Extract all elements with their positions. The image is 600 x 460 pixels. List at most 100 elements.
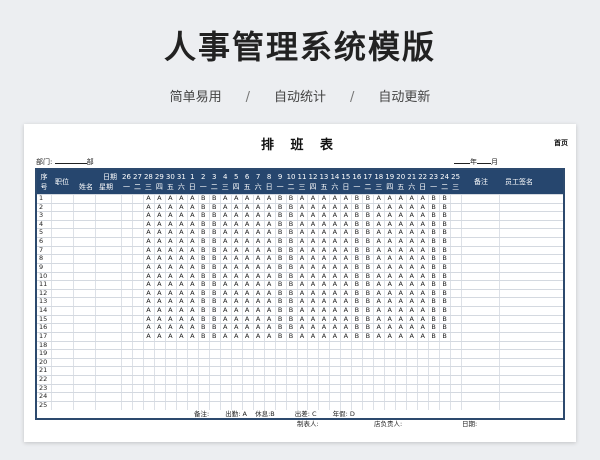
shift-cell[interactable]: A [220,220,231,228]
shift-cell[interactable]: A [417,220,428,228]
shift-cell[interactable]: A [176,263,187,271]
shift-cell[interactable]: A [231,272,242,280]
shift-cell[interactable]: A [264,332,275,340]
shift-cell[interactable]: A [417,228,428,236]
shift-cell[interactable]: A [297,315,308,323]
shift-cell[interactable]: A [165,280,176,288]
shift-cell[interactable]: A [417,289,428,297]
shift-cell[interactable]: A [154,254,165,262]
shift-cell[interactable]: B [209,332,220,340]
shift-cell[interactable]: B [198,237,209,245]
shift-cell[interactable]: B [209,323,220,331]
shift-cell[interactable]: A [176,323,187,331]
shift-cell[interactable]: A [329,272,340,280]
department-field[interactable]: 部门: 部 [36,157,94,167]
shift-cell[interactable]: A [143,323,154,331]
shift-cell[interactable]: A [143,297,154,305]
shift-cell[interactable]: A [373,289,384,297]
shift-cell[interactable]: A [165,289,176,297]
shift-cell[interactable]: A [307,297,318,305]
shift-cell[interactable]: A [231,263,242,271]
shift-cell[interactable]: B [439,237,450,245]
shift-cell[interactable]: A [253,220,264,228]
shift-cell[interactable]: A [176,246,187,254]
shift-cell[interactable]: A [154,228,165,236]
shift-cell[interactable]: A [143,289,154,297]
shift-cell[interactable]: A [373,306,384,314]
shift-cell[interactable]: A [384,315,395,323]
shift-cell[interactable]: A [329,323,340,331]
shift-cell[interactable]: A [264,306,275,314]
shift-cell[interactable]: B [439,289,450,297]
shift-cell[interactable]: A [373,246,384,254]
shift-cell[interactable]: A [176,254,187,262]
year-blank[interactable] [454,157,470,164]
shift-cell[interactable]: A [297,323,308,331]
shift-cell[interactable]: A [264,289,275,297]
shift-cell[interactable]: A [307,323,318,331]
shift-cell[interactable]: B [275,297,286,305]
shift-cell[interactable]: A [373,323,384,331]
shift-cell[interactable]: A [318,211,329,219]
shift-cell[interactable]: A [417,254,428,262]
shift-cell[interactable]: B [209,194,220,202]
shift-cell[interactable]: A [417,194,428,202]
shift-cell[interactable]: B [198,272,209,280]
shift-cell[interactable]: A [220,228,231,236]
shift-cell[interactable]: A [373,237,384,245]
shift-cell[interactable]: A [165,211,176,219]
shift-cell[interactable]: A [143,332,154,340]
shift-cell[interactable]: A [176,194,187,202]
shift-cell[interactable]: B [275,211,286,219]
shift-cell[interactable]: A [384,297,395,305]
shift-cell[interactable]: A [264,323,275,331]
shift-cell[interactable]: B [286,272,297,280]
shift-cell[interactable]: B [439,220,450,228]
shift-cell[interactable]: A [297,228,308,236]
shift-cell[interactable]: A [329,254,340,262]
shift-cell[interactable]: A [242,194,253,202]
shift-cell[interactable]: B [439,228,450,236]
shift-cell[interactable]: A [154,263,165,271]
shift-cell[interactable]: A [165,263,176,271]
shift-cell[interactable]: A [253,211,264,219]
shift-cell[interactable]: A [406,289,417,297]
shift-cell[interactable]: B [209,203,220,211]
shift-cell[interactable]: A [395,289,406,297]
shift-cell[interactable]: B [275,323,286,331]
shift-cell[interactable]: A [318,306,329,314]
shift-cell[interactable]: B [209,306,220,314]
shift-cell[interactable]: A [187,332,198,340]
shift-cell[interactable]: A [373,254,384,262]
shift-cell[interactable]: A [165,237,176,245]
shift-cell[interactable]: A [329,211,340,219]
shift-cell[interactable]: A [220,297,231,305]
shift-cell[interactable]: B [209,315,220,323]
shift-cell[interactable]: A [307,306,318,314]
shift-cell[interactable]: A [231,254,242,262]
shift-cell[interactable]: B [286,194,297,202]
shift-cell[interactable]: A [143,272,154,280]
shift-cell[interactable]: A [297,272,308,280]
shift-cell[interactable]: A [187,203,198,211]
shift-cell[interactable]: A [329,315,340,323]
shift-cell[interactable]: A [297,194,308,202]
shift-cell[interactable]: A [231,220,242,228]
shift-cell[interactable]: A [264,315,275,323]
shift-cell[interactable]: B [351,211,362,219]
shift-cell[interactable]: A [297,332,308,340]
shift-cell[interactable]: A [242,228,253,236]
shift-cell[interactable]: A [143,246,154,254]
shift-cell[interactable]: B [198,194,209,202]
shift-cell[interactable]: B [362,323,373,331]
shift-cell[interactable]: A [242,323,253,331]
shift-cell[interactable]: A [329,228,340,236]
shift-cell[interactable]: A [165,246,176,254]
shift-cell[interactable]: A [307,194,318,202]
shift-cell[interactable]: A [154,297,165,305]
shift-cell[interactable]: A [242,306,253,314]
shift-cell[interactable]: A [406,203,417,211]
shift-cell[interactable]: A [242,332,253,340]
shift-cell[interactable]: B [286,228,297,236]
shift-cell[interactable]: A [384,194,395,202]
